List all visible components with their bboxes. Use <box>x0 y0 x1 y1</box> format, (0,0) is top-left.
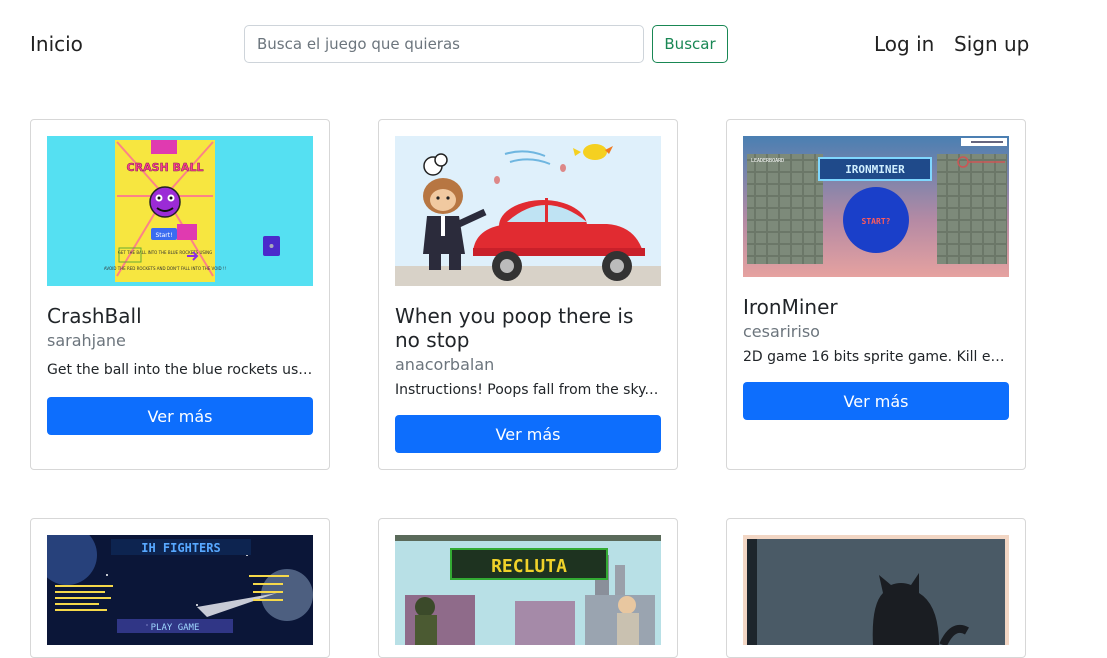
search-input[interactable] <box>244 25 644 63</box>
game-author: anacorbalan <box>395 355 495 374</box>
ver-mas-button[interactable]: Ver más <box>743 382 1009 420</box>
signup-link[interactable]: Sign up <box>954 32 1029 56</box>
game-thumbnail: LEADERBOARD IRONMINER START? <box>743 136 1009 277</box>
game-author: sarahjane <box>47 331 126 350</box>
thumb-start-text: Start! <box>155 232 172 239</box>
thumb-title-text: RECLUTA <box>491 556 567 577</box>
ver-mas-button[interactable]: Ver más <box>47 397 313 435</box>
game-card-crashball: CRASH BALL Start! GET THE BALL INTO THE … <box>30 119 330 470</box>
game-thumbnail <box>743 535 1009 645</box>
game-description: Get the ball into the blue rockets using… <box>47 362 313 378</box>
game-title: When you poop there is no stop <box>395 304 634 352</box>
thumb-title-text: CRASH BALL <box>127 161 204 174</box>
game-thumbnail <box>395 136 661 286</box>
thumb-play-text: PLAY GAME <box>151 623 200 633</box>
game-thumbnail: RECLUTA <box>395 535 661 645</box>
thumb-start-text: START? <box>862 217 891 226</box>
search-button[interactable]: Buscar <box>652 25 728 63</box>
thumb-leaderboard-text: LEADERBOARD <box>751 158 784 164</box>
nav-home-link[interactable]: Inicio <box>30 32 83 56</box>
game-card-recluta: RECLUTA <box>378 518 678 658</box>
login-link[interactable]: Log in <box>874 32 934 56</box>
thumb-title-text: IH FIGHTERS <box>141 541 220 555</box>
game-description: 2D game 16 bits sprite game. Kill enemie… <box>743 349 1009 365</box>
thumb-title-text: IRONMINER <box>845 163 905 176</box>
game-author: cesaririso <box>743 322 820 341</box>
thumb-caption-text: GET THE BALL INTO THE BLUE ROCKETS USING <box>118 250 212 255</box>
game-description: Instructions! Poops fall from the sky. A… <box>395 382 661 398</box>
game-title: CrashBall <box>47 304 142 328</box>
game-card-poop: When you poop there is no stop anacorbal… <box>378 119 678 470</box>
top-navbar: Inicio Buscar Log in Sign up <box>0 0 1107 90</box>
game-card-cat <box>726 518 1026 658</box>
game-title: IronMiner <box>743 295 838 319</box>
game-thumbnail: IH FIGHTERS PLAY GAME <box>47 535 313 645</box>
ver-mas-button[interactable]: Ver más <box>395 415 661 453</box>
game-card-ih-fighters: IH FIGHTERS PLAY GAME <box>30 518 330 658</box>
thumb-caption-2-text: AVOID THE RED ROCKETS AND DON'T FALL INT… <box>104 266 226 271</box>
game-thumbnail: CRASH BALL Start! GET THE BALL INTO THE … <box>47 136 313 286</box>
game-card-ironminer: LEADERBOARD IRONMINER START? IronMiner c… <box>726 119 1026 470</box>
